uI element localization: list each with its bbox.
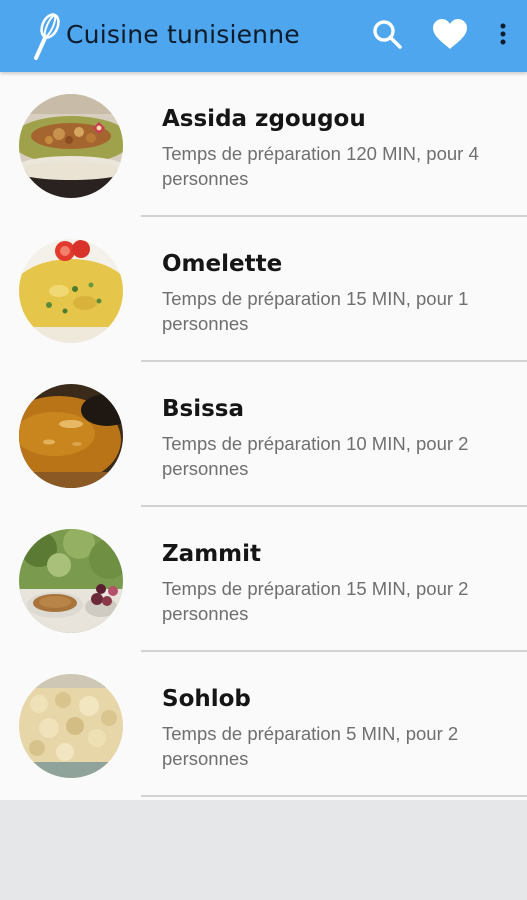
recipe-description: Temps de préparation 15 MIN, pour 2 pers… — [162, 578, 469, 624]
recipe-row[interactable]: Omelette Temps de préparation 15 MIN, po… — [0, 217, 527, 362]
recipe-description: Temps de préparation 5 MIN, pour 2 perso… — [162, 723, 459, 769]
recipe-description: Temps de préparation 15 MIN, pour 1 pers… — [162, 288, 469, 334]
recipe-list: Assida zgougou Temps de préparation 120 … — [0, 72, 527, 800]
more-options-button[interactable] — [490, 0, 516, 72]
app-title: Cuisine tunisienne — [66, 20, 300, 49]
recipe-name: Sohlob — [162, 686, 251, 712]
favorites-button[interactable] — [428, 0, 472, 72]
search-icon — [371, 18, 403, 55]
divider — [141, 795, 527, 797]
recipe-row[interactable]: Bsissa Temps de préparation 10 MIN, pour… — [0, 362, 527, 507]
whisk-icon — [28, 12, 60, 60]
recipe-image-sohlob — [19, 674, 123, 778]
recipe-row[interactable]: Assida zgougou Temps de préparation 120 … — [0, 72, 527, 217]
recipe-name: Assida zgougou — [162, 106, 366, 132]
recipe-name: Bsissa — [162, 396, 245, 422]
recipe-description: Temps de préparation 120 MIN, pour 4 per… — [162, 143, 479, 189]
recipe-row[interactable]: Sohlob Temps de préparation 5 MIN, pour … — [0, 652, 527, 797]
recipe-image-zammit — [19, 529, 123, 633]
app-bar: Cuisine tunisienne — [0, 0, 527, 72]
recipe-image-assida-zgougou — [19, 94, 123, 198]
recipe-row[interactable]: Zammit Temps de préparation 15 MIN, pour… — [0, 507, 527, 652]
search-button[interactable] — [366, 0, 408, 72]
recipe-image-bsissa — [19, 384, 123, 488]
more-vert-icon — [500, 23, 506, 50]
recipe-name: Omelette — [162, 251, 283, 277]
recipe-image-omelette — [19, 239, 123, 343]
recipe-name: Zammit — [162, 541, 262, 567]
recipe-description: Temps de préparation 10 MIN, pour 2 pers… — [162, 433, 469, 479]
heart-icon — [432, 18, 468, 55]
